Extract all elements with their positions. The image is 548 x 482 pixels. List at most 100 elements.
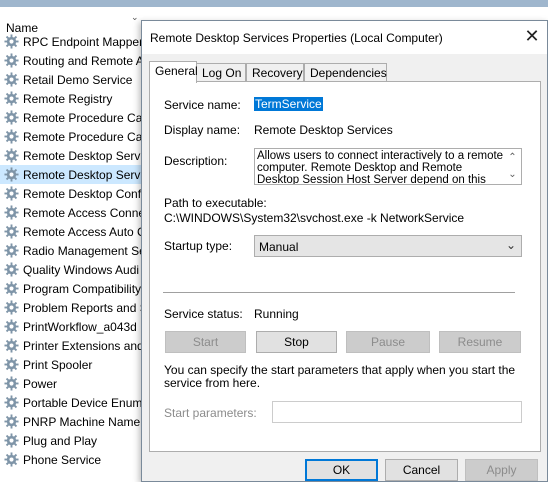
service-row[interactable]: Remote Desktop Confi	[0, 184, 150, 203]
service-name: Power	[23, 376, 58, 391]
service-gear-icon	[4, 91, 23, 106]
service-row[interactable]: Routing and Remote A	[0, 51, 150, 70]
tab-log-on-label: Log On	[202, 66, 242, 80]
resume-button[interactable]: Resume	[439, 331, 521, 353]
service-row[interactable]: Printer Extensions and	[0, 336, 150, 355]
service-row[interactable]: Remote Procedure Cal	[0, 127, 150, 146]
tab-general[interactable]: General	[149, 61, 198, 83]
service-row[interactable]: Portable Device Enume	[0, 393, 150, 412]
service-name: Remote Access Conne	[23, 205, 146, 220]
service-name-value[interactable]: TermService	[254, 97, 323, 111]
apply-button[interactable]: Apply	[465, 459, 538, 481]
cancel-button[interactable]: Cancel	[385, 459, 458, 481]
service-row[interactable]: Program Compatibility	[0, 279, 150, 298]
service-gear-icon	[4, 452, 23, 467]
service-gear-icon	[4, 262, 23, 277]
service-row[interactable]: Remote Access Auto C	[0, 222, 150, 241]
service-name: Print Spooler	[23, 357, 93, 372]
startup-type-value: Manual	[259, 240, 299, 254]
window-top-strip	[0, 0, 548, 7]
service-gear-icon	[4, 129, 23, 144]
sort-chevron-icon: ⌄	[131, 12, 139, 22]
startup-type-select[interactable]: Manual ⌄	[254, 235, 522, 257]
start-parameters-input[interactable]	[272, 401, 522, 423]
service-gear-icon	[4, 395, 23, 410]
name-column-header[interactable]: Name ⌄	[0, 7, 150, 35]
service-row[interactable]: Remote Desktop Servic	[0, 165, 150, 184]
help-text: You can specify the start parameters tha…	[164, 363, 516, 390]
service-status-value: Running	[254, 307, 299, 321]
service-name: Remote Desktop Servic	[23, 148, 150, 163]
service-name: Retail Demo Service	[23, 72, 133, 87]
service-row[interactable]: Quality Windows Audi	[0, 260, 150, 279]
close-icon[interactable]: ✕	[523, 27, 541, 45]
path-value[interactable]: C:\WINDOWS\System32\svchost.exe -k Netwo…	[164, 211, 464, 225]
properties-dialog: Remote Desktop Services Properties (Loca…	[141, 20, 548, 482]
service-row[interactable]: Phone Service	[0, 450, 150, 469]
service-name: Remote Access Auto C	[23, 224, 146, 239]
service-row[interactable]: Plug and Play	[0, 431, 150, 450]
service-gear-icon	[4, 72, 23, 87]
service-row[interactable]: RPC Endpoint Mapper	[0, 32, 150, 51]
dialog-titlebar[interactable]: Remote Desktop Services Properties (Loca…	[142, 21, 547, 54]
description-text: Allows users to connect interactively to…	[257, 150, 504, 185]
ok-button[interactable]: OK	[305, 459, 378, 481]
services-rows: RPC Endpoint Mapper Routing and Remote A R…	[0, 32, 150, 469]
tab-recovery[interactable]: Recovery	[246, 63, 304, 82]
stop-button[interactable]: Stop	[256, 331, 337, 353]
service-name: Radio Management Se	[23, 243, 146, 258]
scroll-down-icon[interactable]: ⌄	[504, 166, 521, 183]
tab-dependencies-label: Dependencies	[310, 66, 387, 80]
service-row[interactable]: Radio Management Se	[0, 241, 150, 260]
service-name: Problem Reports and S	[23, 300, 148, 315]
service-row[interactable]: PNRP Machine Name I	[0, 412, 150, 431]
service-gear-icon	[4, 53, 23, 68]
service-row[interactable]: Remote Registry	[0, 89, 150, 108]
service-gear-icon	[4, 433, 23, 448]
service-gear-icon	[4, 186, 23, 201]
tab-dependencies[interactable]: Dependencies	[304, 63, 387, 82]
startup-type-label: Startup type:	[164, 239, 233, 253]
service-row[interactable]: Remote Desktop Servic	[0, 146, 150, 165]
display-name-label: Display name:	[164, 123, 241, 137]
service-gear-icon	[4, 319, 23, 334]
service-status-label: Service status:	[164, 307, 243, 321]
service-row[interactable]: Print Spooler	[0, 355, 150, 374]
service-gear-icon	[4, 376, 23, 391]
service-row[interactable]: Retail Demo Service	[0, 70, 150, 89]
tab-recovery-label: Recovery	[252, 66, 303, 80]
display-name-value[interactable]: Remote Desktop Services	[254, 123, 393, 137]
service-row[interactable]: Remote Procedure Cal	[0, 108, 150, 127]
service-gear-icon	[4, 110, 23, 125]
service-gear-icon	[4, 34, 23, 49]
general-tab-panel: Service name: TermService Display name: …	[149, 81, 541, 452]
service-gear-icon	[4, 338, 23, 353]
service-name: Remote Desktop Servic	[23, 167, 150, 182]
tab-log-on[interactable]: Log On	[196, 63, 246, 82]
description-label: Description:	[164, 154, 228, 168]
service-name-label: Service name:	[164, 98, 241, 112]
service-name: Program Compatibility	[23, 281, 142, 296]
description-box[interactable]: Allows users to connect interactively to…	[254, 148, 522, 185]
service-name: Portable Device Enume	[23, 395, 150, 410]
chevron-down-icon: ⌄	[505, 238, 516, 252]
tab-general-label: General	[155, 64, 198, 78]
service-name: Remote Procedure Cal	[23, 129, 146, 144]
pause-button[interactable]: Pause	[346, 331, 430, 353]
service-row[interactable]: Power	[0, 374, 150, 393]
service-row[interactable]: Remote Access Conne	[0, 203, 150, 222]
service-name: Remote Procedure Cal	[23, 110, 146, 125]
scroll-up-icon[interactable]: ⌃	[504, 149, 521, 166]
service-name: Remote Desktop Confi	[23, 186, 144, 201]
service-row[interactable]: PrintWorkflow_a043d	[0, 317, 150, 336]
dialog-title: Remote Desktop Services Properties (Loca…	[150, 31, 443, 45]
service-gear-icon	[4, 414, 23, 429]
service-gear-icon	[4, 205, 23, 220]
start-button[interactable]: Start	[165, 331, 246, 353]
service-name: Phone Service	[23, 452, 102, 467]
service-name: Quality Windows Audi	[23, 262, 140, 277]
description-scrollbar[interactable]: ⌃ ⌄	[504, 149, 521, 184]
divider	[163, 292, 515, 293]
service-gear-icon	[4, 281, 23, 296]
service-row[interactable]: Problem Reports and S	[0, 298, 150, 317]
